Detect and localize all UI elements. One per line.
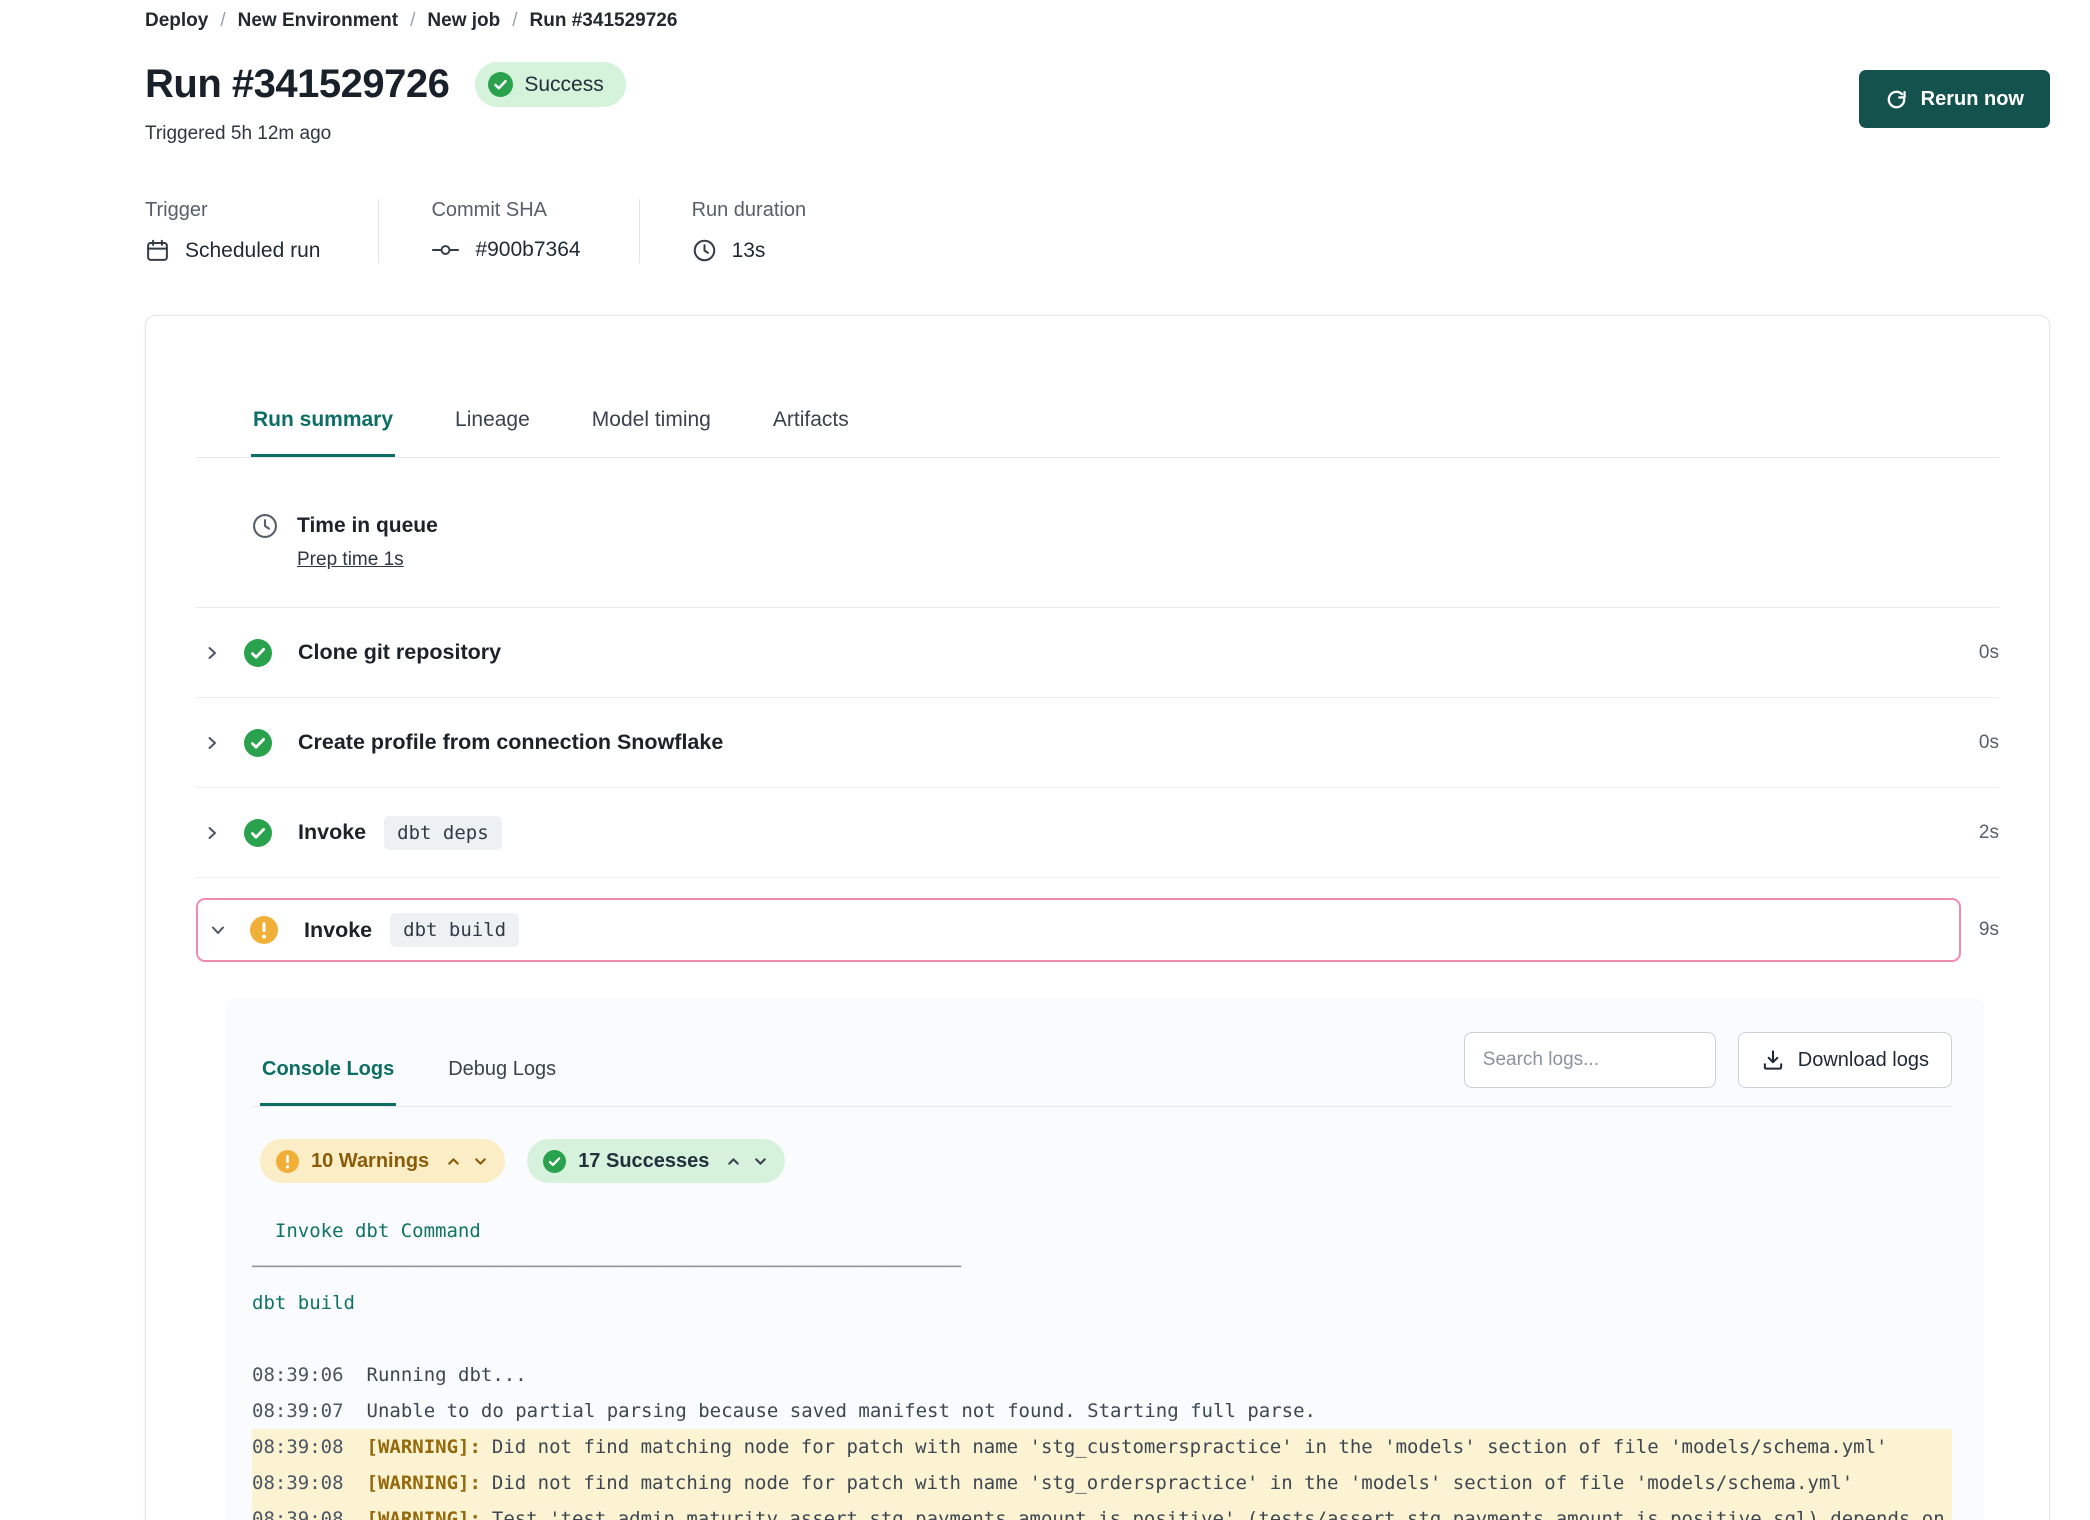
page-header: Deploy / New Environment / New job / Run… [145,10,2050,263]
console-log-output: Invoke dbt Command ─────────────────────… [252,1213,1952,1520]
rerun-now-label: Rerun now [1921,88,2024,111]
step-row-create-profile-snowflake[interactable]: Create profile from connection Snowflake… [196,698,1999,788]
step-name: Invoke [298,820,366,845]
breadcrumb-current-run: Run #341529726 [530,10,678,32]
meta-duration-value: 13s [732,239,766,263]
successes-next-chevron-down-icon[interactable] [752,1153,769,1170]
log-blank-line [252,1321,1952,1357]
tab-run-summary[interactable]: Run summary [251,406,395,457]
meta-commit-value: #900b7364 [475,238,580,262]
step-name: Clone git repository [298,640,501,665]
chevron-down-icon [208,920,228,940]
run-meta-row: Trigger Scheduled run Commit SHA [145,199,2050,263]
log-line: 08:39:06Running dbt... [252,1357,1952,1393]
success-check-icon [488,72,513,97]
log-line-warning: 08:39:08[WARNING]:Did not find matching … [252,1465,1952,1501]
log-line-warning: 08:39:08[WARNING]:Did not find matching … [252,1429,1952,1465]
successes-badge[interactable]: 17 Successes [527,1139,785,1183]
log-controls: Download logs [1464,1032,1952,1106]
tab-artifacts[interactable]: Artifacts [771,406,851,457]
log-divider-line: ────────────────────────────────────────… [252,1249,1952,1285]
meta-trigger: Trigger Scheduled run [145,199,378,263]
rerun-now-button[interactable]: Rerun now [1859,70,2050,128]
log-line: 08:39:07Unable to do partial parsing bec… [252,1393,1952,1429]
warning-icon [250,916,278,944]
meta-commit: Commit SHA #900b7364 [378,199,638,263]
meta-commit-label: Commit SHA [431,199,580,222]
breadcrumb-separator: / [512,10,517,32]
step-duration: 0s [1979,732,1999,754]
log-line: Invoke dbt Command [252,1213,1952,1249]
step-duration: 0s [1979,642,1999,664]
download-icon [1761,1048,1785,1072]
step-duration: 2s [1979,822,1999,844]
warnings-prev-chevron-up-icon[interactable] [445,1153,462,1170]
step-row-invoke-dbt-deps[interactable]: Invoke dbt deps 2s [196,788,1999,878]
clock-icon [692,238,717,263]
successes-badge-label: 17 Successes [578,1150,709,1173]
step-row-clone-git-repository[interactable]: Clone git repository 0s [196,608,1999,698]
log-line-warning: 08:39:08[WARNING]:Test 'test.admin_matur… [252,1501,1952,1520]
run-detail-page: Deploy / New Environment / New job / Run… [0,0,2090,1520]
step-name: Invoke [304,918,372,943]
status-badge: Success [475,62,625,107]
chevron-right-icon [202,643,222,663]
status-badge-label: Success [524,73,603,97]
breadcrumb-new-job[interactable]: New job [427,10,500,32]
success-check-icon [244,729,272,757]
meta-duration-label: Run duration [692,199,807,222]
log-header: Console Logs Debug Logs Download logs [252,1032,1952,1107]
step-name: Create profile from connection Snowflake [298,730,723,755]
step-command-chip: dbt build [390,913,519,947]
log-tabs: Console Logs Debug Logs [252,1050,558,1106]
chevron-right-icon [202,823,222,843]
meta-trigger-value: Scheduled run [185,239,320,263]
success-check-icon [244,819,272,847]
warnings-next-chevron-down-icon[interactable] [472,1153,489,1170]
warnings-badge-label: 10 Warnings [311,1150,429,1173]
success-check-icon [244,639,272,667]
log-filter-badges: 10 Warnings 17 Successes [252,1139,1952,1183]
warning-icon [276,1150,299,1173]
tab-debug-logs[interactable]: Debug Logs [446,1050,558,1106]
download-logs-label: Download logs [1798,1049,1929,1072]
prep-time-link[interactable]: Prep time 1s [297,549,404,571]
success-check-icon [543,1150,566,1173]
step-duration: 9s [1979,919,1999,941]
page-title: Run #341529726 [145,62,449,107]
download-logs-button[interactable]: Download logs [1738,1032,1952,1088]
breadcrumb-separator: / [220,10,225,32]
time-in-queue-title: Time in queue [297,514,438,538]
log-line: dbt build [252,1285,1952,1321]
title-row: Run #341529726 Success [145,62,2050,107]
run-tabs: Run summary Lineage Model timing Artifac… [196,406,1999,458]
refresh-icon [1885,88,1908,111]
warnings-badge[interactable]: 10 Warnings [260,1139,505,1183]
chevron-right-icon [202,733,222,753]
clock-icon [251,512,279,571]
breadcrumb-new-environment[interactable]: New Environment [238,10,398,32]
tab-console-logs[interactable]: Console Logs [260,1050,396,1106]
successes-prev-chevron-up-icon[interactable] [725,1153,742,1170]
tab-lineage[interactable]: Lineage [453,406,532,457]
breadcrumb-separator: / [410,10,415,32]
search-logs-input[interactable] [1464,1032,1716,1088]
meta-trigger-label: Trigger [145,199,320,222]
tab-model-timing[interactable]: Model timing [590,406,713,457]
meta-duration: Run duration 13s [639,199,865,263]
breadcrumb-deploy[interactable]: Deploy [145,10,208,32]
commit-icon [431,238,460,262]
step-command-chip: dbt deps [384,816,502,850]
run-summary-card: Run summary Lineage Model timing Artifac… [145,315,2050,1520]
time-in-queue-section: Time in queue Prep time 1s [196,458,1999,608]
step-row-invoke-dbt-build-toggle[interactable]: Invoke dbt build [196,898,1961,962]
calendar-icon [145,238,170,263]
log-panel: Console Logs Debug Logs Download logs [226,998,1984,1520]
breadcrumb: Deploy / New Environment / New job / Run… [145,10,2050,32]
triggered-text: Triggered 5h 12m ago [145,123,2050,145]
step-row-invoke-dbt-build: Invoke dbt build 9s [196,898,1999,962]
